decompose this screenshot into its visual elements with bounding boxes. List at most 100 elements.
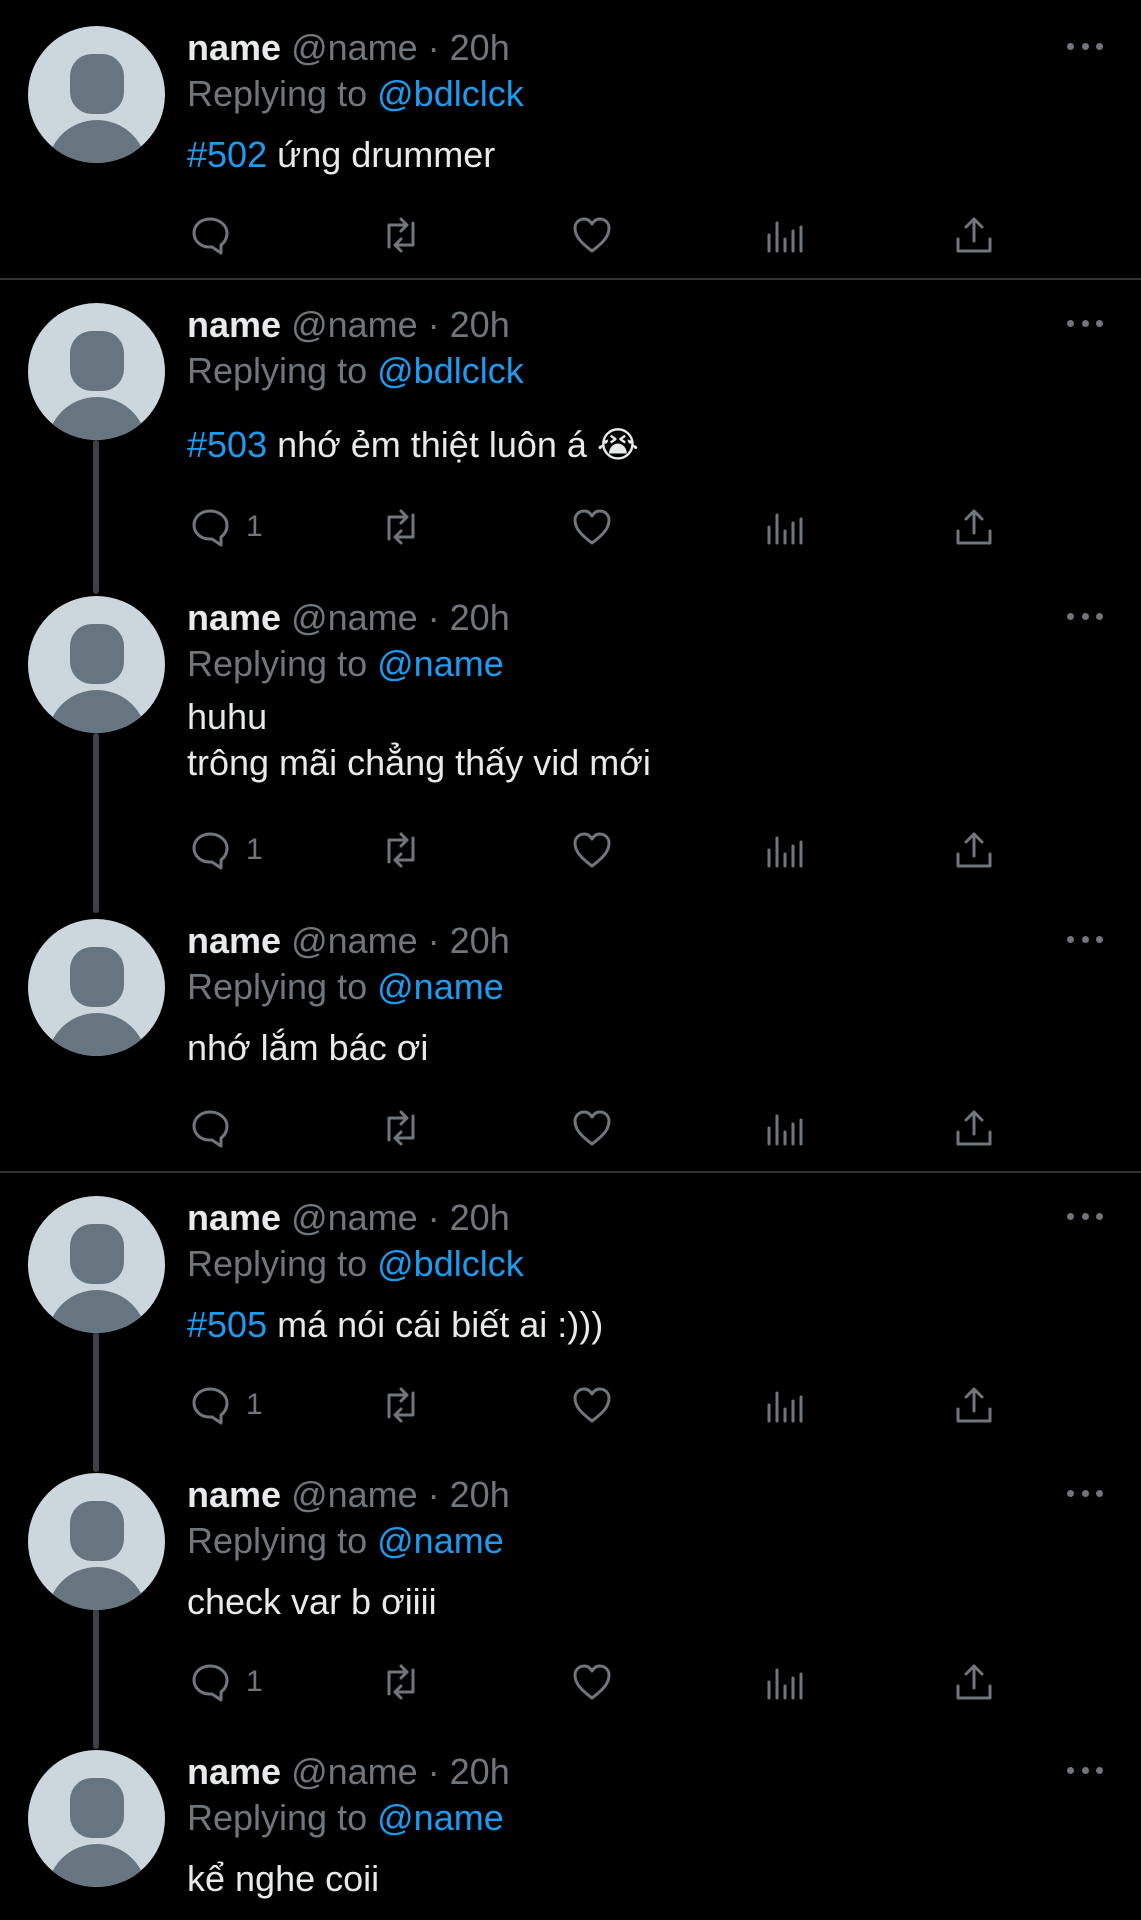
replying-to-link[interactable]: @name [377,966,504,1007]
replying-to-link[interactable]: @bdlclck [377,1243,524,1284]
share-icon [956,1664,992,1700]
tweet-text: check var b ơiiii [187,1579,437,1625]
like-button[interactable] [570,210,614,260]
user-name[interactable]: name [187,1197,281,1238]
user-handle-time[interactable]: @name · 20h [291,304,510,345]
more-options-icon[interactable] [1067,36,1103,56]
hashtag-link[interactable]: #503 [187,424,267,465]
user-handle-time[interactable]: @name · 20h [291,27,510,68]
tweet-text: #502 ứng drummer [187,132,495,178]
share-button[interactable] [952,825,996,875]
user-name[interactable]: name [187,920,281,961]
tweet-header: name @name · 20h [187,1750,510,1794]
views-button[interactable] [761,210,805,260]
replying-to-link[interactable]: @bdlclck [377,73,524,114]
retweet-button[interactable] [379,1103,423,1153]
share-icon [956,509,992,545]
tweet-text-line: ứng drummer [277,134,496,175]
like-button[interactable] [570,1103,614,1153]
tweet-text-line: check var b ơiiii [187,1581,437,1622]
like-icon [573,509,611,545]
more-options-icon[interactable] [1067,313,1103,333]
user-name[interactable]: name [187,27,281,68]
share-button[interactable] [952,1380,996,1430]
more-options-icon[interactable] [1067,1760,1103,1780]
tweet-text: huhu trông mãi chẳng thấy vid mới [187,694,651,786]
retweet-button[interactable] [379,210,423,260]
reply-icon [192,832,229,870]
more-options-icon[interactable] [1067,1206,1103,1226]
replying-prefix: Replying to [187,1797,368,1838]
avatar[interactable] [28,919,165,1056]
views-button[interactable] [761,502,805,552]
reply-button[interactable]: 1 [188,1380,263,1430]
tweet-text: #503 nhớ ẻm thiệt luôn á 😭 [187,422,639,468]
replying-to-link[interactable]: @name [377,1520,504,1561]
user-handle-time[interactable]: @name · 20h [291,1474,510,1515]
more-options-icon[interactable] [1067,606,1103,626]
views-icon [767,513,803,545]
share-button[interactable] [952,502,996,552]
user-handle-time[interactable]: @name · 20h [291,920,510,961]
user-handle-time[interactable]: @name · 20h [291,1197,510,1238]
retweet-button[interactable] [379,825,423,875]
divider [0,278,1141,280]
reply-icon [192,1387,229,1425]
share-icon [956,1110,992,1146]
replying-prefix: Replying to [187,350,368,391]
user-handle-time[interactable]: @name · 20h [291,1751,510,1792]
share-button[interactable] [952,1103,996,1153]
avatar[interactable] [28,1473,165,1610]
user-name[interactable]: name [187,304,281,345]
like-icon [573,1387,611,1423]
hashtag-link[interactable]: #505 [187,1304,267,1345]
like-button[interactable] [570,1657,614,1707]
user-name[interactable]: name [187,1751,281,1792]
avatar[interactable] [28,1750,165,1887]
views-button[interactable] [761,1103,805,1153]
retweet-button[interactable] [379,1380,423,1430]
reply-count: 1 [246,833,263,866]
avatar[interactable] [28,596,165,733]
tweet-header: name @name · 20h [187,26,510,70]
views-button[interactable] [761,1657,805,1707]
retweet-icon [387,1110,415,1146]
hashtag-link[interactable]: #502 [187,134,267,175]
more-options-icon[interactable] [1067,929,1103,949]
retweet-button[interactable] [379,1657,423,1707]
replying-to: Replying to @name [187,965,504,1009]
views-icon [767,221,803,253]
tweet-text: #505 má nói cái biết ai :))) [187,1302,603,1348]
more-options-icon[interactable] [1067,1483,1103,1503]
tweet-text-line: má nói cái biết ai :))) [277,1304,604,1345]
reply-button[interactable]: 1 [188,1657,263,1707]
reply-button[interactable] [188,210,232,260]
replying-to-link[interactable]: @name [377,1797,504,1838]
avatar[interactable] [28,303,165,440]
like-button[interactable] [570,825,614,875]
avatar[interactable] [28,1196,165,1333]
tweet-text-line: nhớ ẻm thiệt luôn á 😭 [277,424,639,465]
share-button[interactable] [952,210,996,260]
reply-button[interactable]: 1 [188,825,263,875]
replying-prefix: Replying to [187,1243,368,1284]
user-name[interactable]: name [187,1474,281,1515]
tweet-header: name @name · 20h [187,1196,510,1240]
reply-button[interactable] [188,1103,232,1153]
replying-to-link[interactable]: @bdlclck [377,350,524,391]
replying-to: Replying to @name [187,1796,504,1840]
views-button[interactable] [761,1380,805,1430]
user-name[interactable]: name [187,597,281,638]
reply-icon [192,1664,229,1702]
share-button[interactable] [952,1657,996,1707]
avatar[interactable] [28,26,165,163]
like-button[interactable] [570,1380,614,1430]
reply-count: 1 [246,1388,263,1421]
user-handle-time[interactable]: @name · 20h [291,597,510,638]
reply-button[interactable]: 1 [188,502,263,552]
like-button[interactable] [570,502,614,552]
retweet-button[interactable] [379,502,423,552]
views-button[interactable] [761,825,805,875]
replying-to-link[interactable]: @name [377,643,504,684]
views-icon [767,1114,803,1146]
